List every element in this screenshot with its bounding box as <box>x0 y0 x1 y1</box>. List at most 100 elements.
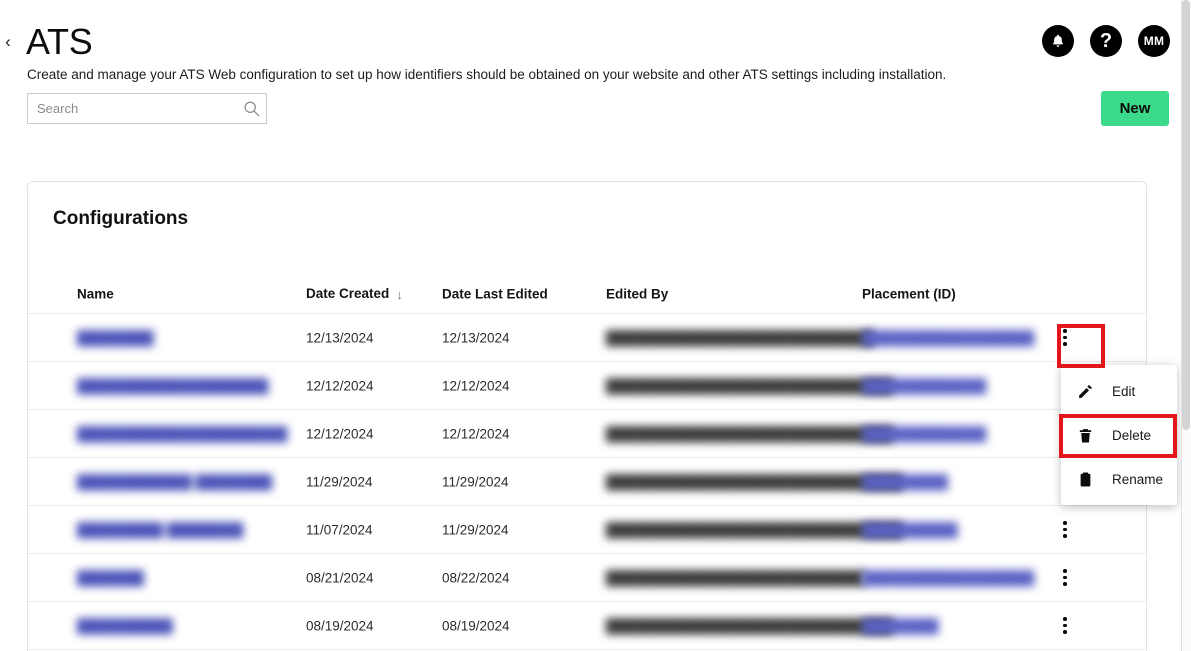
kebab-dot <box>1063 623 1067 628</box>
row-actions-kebab[interactable] <box>1050 563 1080 593</box>
edited-by-value: ███████████████████████████ <box>606 570 865 585</box>
cell-date-created: 08/19/2024 <box>306 618 374 633</box>
cell-date-created: 12/12/2024 <box>306 378 374 393</box>
config-name-link[interactable]: ████████████████████ <box>77 378 268 393</box>
context-menu-delete[interactable]: Delete <box>1061 413 1177 457</box>
edited-by-value: ██████████████████████████████ <box>606 378 893 393</box>
config-name-link[interactable]: ███████ <box>77 570 144 585</box>
edited-by-value: ███████████████████████████████ <box>606 522 903 537</box>
table-row: ████████████████████ 12/12/2024 12/12/20… <box>28 362 1146 410</box>
cell-edited-by: ███████████████████████████████ <box>606 522 903 537</box>
kebab-dot <box>1063 575 1067 580</box>
cell-name[interactable]: █████████ ████████ <box>77 522 243 537</box>
cell-name[interactable]: ██████████████████████ <box>77 426 287 441</box>
kebab-dot <box>1063 335 1067 340</box>
cell-name[interactable]: ████████████████████ <box>77 378 268 393</box>
cell-edited-by: ██████████████████████████████ <box>606 378 893 393</box>
cell-date-last-edited: 08/19/2024 <box>442 618 510 633</box>
column-header-date-last-edited[interactable]: Date Last Edited <box>442 286 548 301</box>
avatar[interactable]: MM <box>1138 25 1170 57</box>
help-glyph: ? <box>1099 30 1113 52</box>
context-menu-edit-label: Edit <box>1112 383 1136 399</box>
kebab-dot <box>1063 582 1067 586</box>
avatar-initials: MM <box>1143 34 1165 48</box>
column-header-edited-by[interactable]: Edited By <box>606 286 668 301</box>
cell-date-last-edited: 12/13/2024 <box>442 330 510 345</box>
cell-date-last-edited: 12/12/2024 <box>442 378 510 393</box>
kebab-dot <box>1063 569 1067 573</box>
kebab-dot <box>1063 342 1067 346</box>
cell-name[interactable]: ████████ <box>77 330 154 345</box>
config-name-link[interactable]: ██████████████████████ <box>77 426 287 441</box>
new-button[interactable]: New <box>1101 91 1169 126</box>
cell-placement: ██████████ <box>862 522 958 537</box>
cell-date-last-edited: 11/29/2024 <box>442 474 509 489</box>
cell-name[interactable]: ███████ <box>77 570 144 585</box>
cell-date-created: 11/29/2024 <box>306 474 373 489</box>
search-input[interactable] <box>28 94 236 123</box>
table-row: ██████████████████████ 12/12/2024 12/12/… <box>28 410 1146 458</box>
cell-edited-by: ██████████████████████████████ <box>606 618 893 633</box>
table-row: ████████ 12/13/2024 12/13/2024 █████████… <box>28 314 1146 362</box>
trash-icon <box>1077 427 1094 444</box>
page-scrollbar-thumb[interactable] <box>1182 0 1190 430</box>
cell-date-last-edited: 08/22/2024 <box>442 570 510 585</box>
context-menu-delete-label: Delete <box>1112 427 1152 443</box>
table-row: ███████ 08/21/2024 08/22/2024 ██████████… <box>28 554 1146 602</box>
edited-by-value: ████████████████████████████ <box>606 330 874 345</box>
context-menu-edit[interactable]: Edit <box>1061 369 1177 413</box>
column-header-date-created[interactable]: Date Created ↓ <box>306 286 403 302</box>
row-actions-kebab[interactable] <box>1050 611 1080 641</box>
help-icon[interactable]: ? <box>1090 25 1122 57</box>
column-header-placement[interactable]: Placement (ID) <box>862 286 956 301</box>
row-actions-kebab[interactable] <box>1050 323 1080 353</box>
edited-by-value: ██████████████████████████████ <box>606 426 893 441</box>
kebab-dot <box>1063 617 1067 621</box>
placement-value: █████████████ <box>862 426 987 441</box>
cell-name[interactable]: ██████████ <box>77 618 173 633</box>
column-header-date-created-label: Date Created <box>306 285 390 301</box>
column-header-name[interactable]: Name <box>77 286 114 301</box>
page-scrollbar[interactable] <box>1181 0 1191 651</box>
table-row: █████████ ████████ 11/07/2024 11/29/2024… <box>28 506 1146 554</box>
table-header-row: Name Date Created ↓ Date Last Edited Edit… <box>28 274 1146 314</box>
placement-value: ████████ <box>862 618 939 633</box>
cell-date-created: 08/21/2024 <box>306 570 374 585</box>
placement-value: ██████████████████ <box>862 330 1035 345</box>
placement-value: █████████████ <box>862 378 987 393</box>
config-name-link[interactable]: ████████████ ████████ <box>77 474 272 489</box>
cell-placement: █████████ <box>862 474 948 489</box>
cell-placement: ██████████████████ <box>862 330 1034 345</box>
context-menu-rename[interactable]: Rename <box>1061 457 1177 501</box>
cell-edited-by: ██████████████████████████████ <box>606 426 893 441</box>
page-subtitle: Create and manage your ATS Web configura… <box>27 67 947 82</box>
row-actions-context-menu: Edit Delete Rename <box>1061 365 1177 505</box>
card-title: Configurations <box>53 208 189 229</box>
cell-date-created: 12/12/2024 <box>306 426 374 441</box>
search-box[interactable] <box>27 93 267 124</box>
cell-edited-by: ███████████████████████████████ <box>606 474 903 489</box>
back-chevron-icon[interactable]: ‹ <box>1 32 15 52</box>
cell-placement: ████████ <box>862 618 939 633</box>
row-actions-kebab[interactable] <box>1050 515 1080 545</box>
search-icon[interactable] <box>236 94 266 123</box>
notifications-bell-icon[interactable] <box>1042 25 1074 57</box>
sort-desc-arrow-icon[interactable]: ↓ <box>396 287 403 302</box>
table-row: ████████████ ████████ 11/29/2024 11/29/2… <box>28 458 1146 506</box>
config-name-link[interactable]: █████████ ████████ <box>77 522 243 537</box>
config-name-link[interactable]: ██████████ <box>77 618 173 633</box>
placement-value: ██████████████████ <box>862 570 1035 585</box>
pencil-icon <box>1077 383 1094 400</box>
ats-configurations-page: ‹ ATS Create and manage your ATS Web con… <box>0 0 1191 651</box>
page-title: ATS <box>26 21 93 62</box>
config-name-link[interactable]: ████████ <box>77 330 154 345</box>
cell-placement: █████████████ <box>862 378 986 393</box>
clipboard-icon <box>1077 471 1094 488</box>
cell-edited-by: ███████████████████████████ <box>606 570 864 585</box>
kebab-dot <box>1063 329 1067 333</box>
table-row: ██████████ 08/19/2024 08/19/2024 ███████… <box>28 602 1146 650</box>
cell-name[interactable]: ████████████ ████████ <box>77 474 272 489</box>
kebab-dot <box>1063 527 1067 532</box>
edited-by-value: ███████████████████████████████ <box>606 474 903 489</box>
cell-date-created: 12/13/2024 <box>306 330 374 345</box>
